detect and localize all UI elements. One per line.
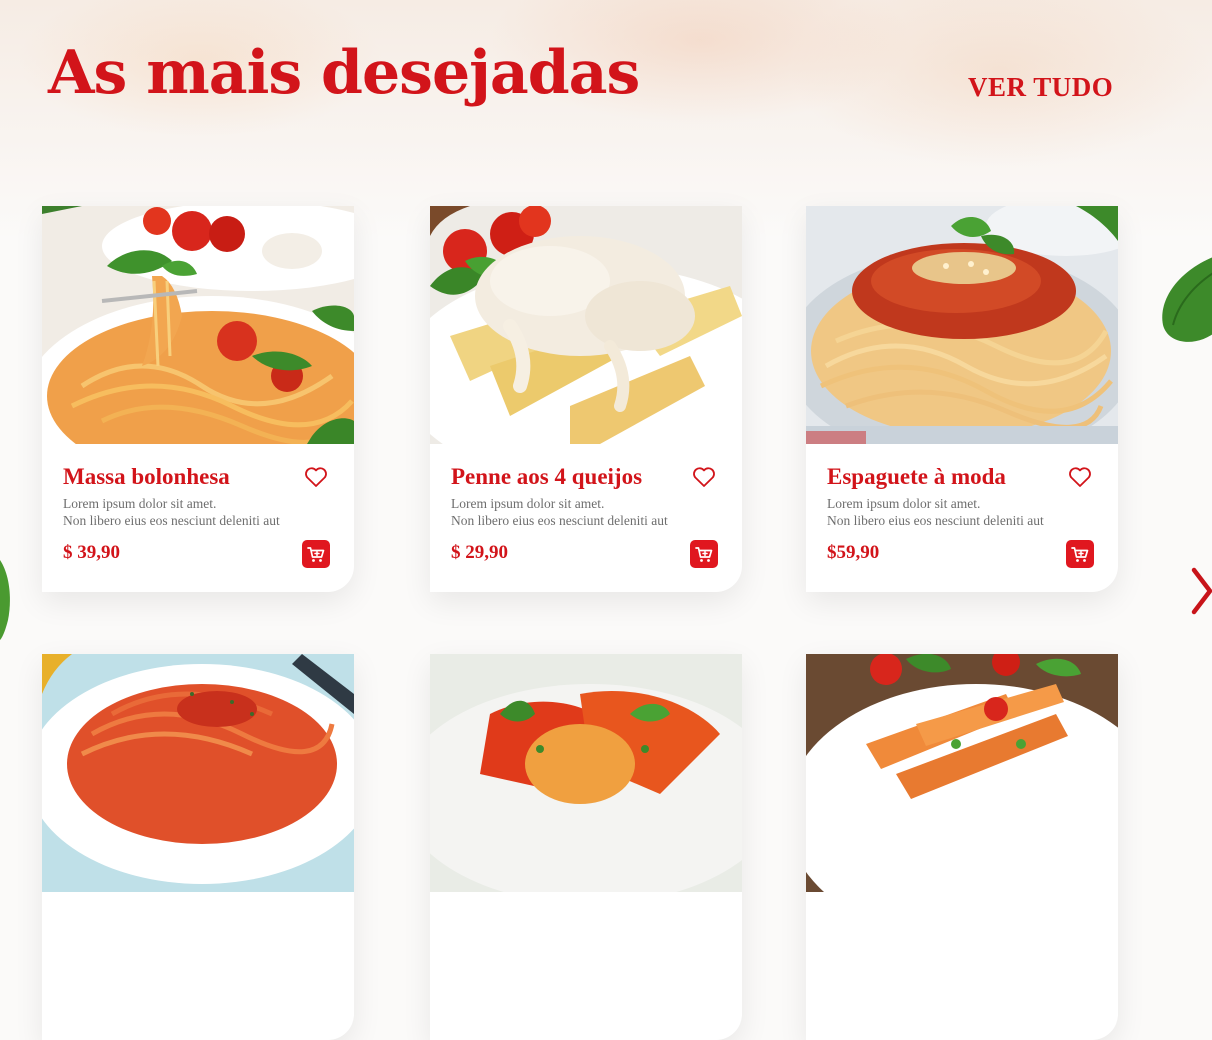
add-to-cart-button[interactable]	[1066, 540, 1094, 568]
product-name: Penne aos 4 queijos	[451, 464, 643, 489]
product-card[interactable]	[806, 654, 1118, 1040]
chevron-right-icon[interactable]	[1188, 566, 1212, 616]
product-name: Espaguete à moda	[827, 464, 1006, 489]
heart-icon[interactable]	[1068, 466, 1092, 488]
product-card[interactable]: Massa bolonhesa Lorem ipsum dolor sit am…	[42, 206, 354, 592]
heart-icon[interactable]	[692, 466, 716, 488]
product-price: $ 39,90	[63, 542, 120, 563]
product-price: $ 29,90	[451, 542, 508, 563]
product-description: Lorem ipsum dolor sit amet.	[63, 496, 217, 511]
product-photo	[806, 654, 1118, 892]
add-to-cart-button[interactable]	[302, 540, 330, 568]
cart-icon	[307, 547, 325, 562]
product-photo-espaguete-a-moda	[806, 206, 1118, 444]
product-description: Non libero eius eos nesciunt deleniti au…	[827, 513, 1044, 528]
header-background	[0, 0, 1212, 240]
product-description: Lorem ipsum dolor sit amet.	[827, 496, 981, 511]
product-card[interactable]	[430, 654, 742, 1040]
add-to-cart-button[interactable]	[690, 540, 718, 568]
product-description: Lorem ipsum dolor sit amet.	[451, 496, 605, 511]
see-all-link[interactable]: VER TUDO	[968, 72, 1113, 103]
cart-icon	[695, 547, 713, 562]
product-description: Non libero eius eos nesciunt deleniti au…	[63, 513, 280, 528]
product-card[interactable]	[42, 654, 354, 1040]
product-photo-massa-bolonhesa	[42, 206, 354, 444]
product-card[interactable]: Espaguete à moda Lorem ipsum dolor sit a…	[806, 206, 1118, 592]
product-photo	[42, 654, 354, 892]
product-name: Massa bolonhesa	[63, 464, 230, 489]
product-card[interactable]: Penne aos 4 queijos Lorem ipsum dolor si…	[430, 206, 742, 592]
product-description: Non libero eius eos nesciunt deleniti au…	[451, 513, 668, 528]
product-price: $59,90	[827, 542, 880, 563]
product-photo-penne-aos-4-queijos	[430, 206, 742, 444]
basil-leaf-right-decoration	[1162, 257, 1212, 342]
basil-leaf-left-decoration	[0, 560, 10, 640]
section-title: As mais desejadas	[48, 38, 640, 108]
heart-icon[interactable]	[304, 466, 328, 488]
product-photo	[430, 654, 742, 892]
cart-icon	[1071, 547, 1089, 562]
